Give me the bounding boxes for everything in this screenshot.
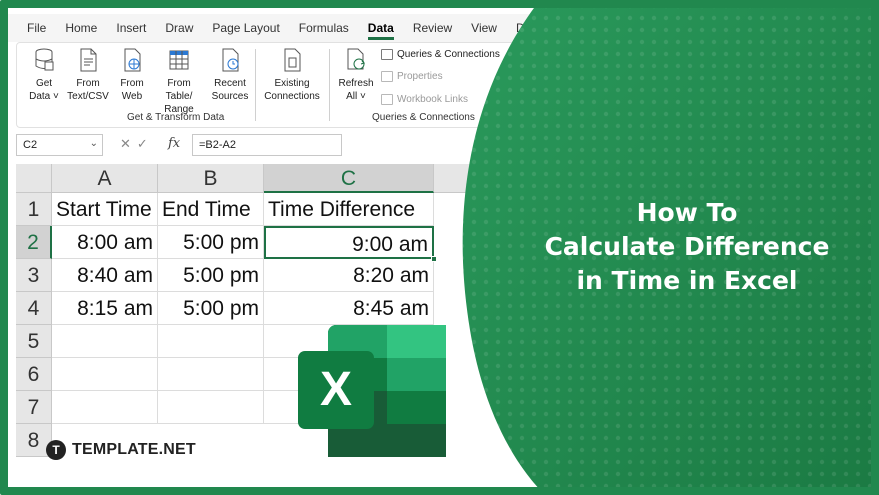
cell-a4[interactable]: 8:15 am: [52, 292, 158, 325]
formula-input[interactable]: =B2-A2: [192, 134, 342, 156]
cell-b4[interactable]: 5:00 pm: [158, 292, 264, 325]
get-data-button[interactable]: Get Data ˅: [21, 47, 67, 103]
cell-a5[interactable]: [52, 325, 158, 358]
clock-file-icon: [222, 48, 239, 72]
text-file-icon: [80, 48, 97, 72]
insert-function-icon[interactable]: fx: [168, 136, 180, 151]
excel-logo-icon: X: [298, 325, 446, 457]
web-file-icon: [124, 48, 141, 72]
column-header[interactable]: B: [158, 164, 264, 193]
enter-icon[interactable]: ✓: [137, 136, 154, 151]
links-icon: [381, 94, 393, 105]
table-icon: [169, 50, 189, 70]
queries-connections-button[interactable]: Queries & Connections: [381, 49, 500, 60]
tab-review[interactable]: Review: [413, 21, 452, 35]
from-text-csv-button[interactable]: From Text/CSV: [65, 47, 111, 103]
ribbon-data: Get Data ˅ From Text/CSV From Web From T…: [16, 42, 536, 128]
properties-icon: [381, 71, 393, 82]
cell-c2[interactable]: 9:00 am: [264, 226, 434, 259]
from-table-range-button[interactable]: From Table/ Range: [153, 47, 205, 116]
row-header[interactable]: 1: [16, 193, 52, 226]
page-title: How To Calculate Difference in Time in E…: [544, 198, 830, 295]
workbook-links-button[interactable]: Workbook Links: [381, 94, 468, 105]
menu-bar: File Home Insert Draw Page Layout Formul…: [0, 14, 571, 42]
tab-file[interactable]: File: [27, 21, 46, 35]
cell-b1[interactable]: End Time: [158, 193, 264, 226]
row-header[interactable]: 3: [16, 259, 52, 292]
cell-c1[interactable]: Time Difference: [264, 193, 434, 226]
cell-a3[interactable]: 8:40 am: [52, 259, 158, 292]
tab-formulas[interactable]: Formulas: [299, 21, 349, 35]
excel-logo-letter: X: [320, 363, 352, 416]
row-header[interactable]: 4: [16, 292, 52, 325]
refresh-all-button[interactable]: Refresh All ˅: [333, 47, 379, 103]
template-net-logo: T TEMPLATE.NET: [46, 440, 196, 460]
column-header[interactable]: C: [264, 164, 434, 193]
from-web-button[interactable]: From Web: [109, 47, 155, 103]
row-header[interactable]: 5: [16, 325, 52, 358]
brand-name: TEMPLATE.NET: [72, 441, 196, 458]
cell-a1[interactable]: Start Time: [52, 193, 158, 226]
refresh-icon: [347, 48, 365, 70]
cell-a2[interactable]: 8:00 am: [52, 226, 158, 259]
fill-handle[interactable]: [431, 256, 437, 262]
name-box[interactable]: C2 ⌄: [16, 134, 103, 156]
select-all-corner[interactable]: [16, 164, 52, 193]
row-header[interactable]: 6: [16, 358, 52, 391]
existing-connections-button[interactable]: Existing Connections: [261, 47, 323, 103]
cell-b3[interactable]: 5:00 pm: [158, 259, 264, 292]
group-label-queries: Queries & Connections: [372, 112, 475, 123]
formula-bar: C2 ⌄ ✕✓ fx =B2-A2: [16, 134, 536, 156]
group-label-get-transform: Get & Transform Data: [127, 112, 225, 123]
row-header[interactable]: 2: [16, 226, 52, 259]
cell-b5[interactable]: [158, 325, 264, 358]
tab-page-layout[interactable]: Page Layout: [212, 21, 279, 35]
tab-data[interactable]: Data: [367, 21, 394, 40]
tab-developer[interactable]: Developer: [516, 21, 571, 35]
brand-mark-icon: T: [46, 440, 66, 460]
connections-file-icon: [284, 48, 301, 72]
database-icon: [35, 48, 54, 71]
row-header[interactable]: 7: [16, 391, 52, 424]
properties-button[interactable]: Properties: [381, 71, 443, 82]
cell-b2[interactable]: 5:00 pm: [158, 226, 264, 259]
formula-buttons: ✕✓: [120, 136, 154, 152]
cell-a7[interactable]: [52, 391, 158, 424]
column-header[interactable]: D: [434, 164, 540, 193]
tab-draw[interactable]: Draw: [165, 21, 193, 35]
tab-view[interactable]: View: [471, 21, 497, 35]
chevron-down-icon[interactable]: ⌄: [90, 138, 98, 149]
tab-insert[interactable]: Insert: [116, 21, 146, 35]
cell-a6[interactable]: [52, 358, 158, 391]
cancel-icon[interactable]: ✕: [120, 136, 137, 151]
recent-sources-button[interactable]: Recent Sources: [207, 47, 253, 103]
cell-c4[interactable]: 8:45 am: [264, 292, 434, 325]
tab-home[interactable]: Home: [65, 21, 97, 35]
ribbon-divider: [255, 49, 256, 121]
column-header[interactable]: A: [52, 164, 158, 193]
cell-b6[interactable]: [158, 358, 264, 391]
ribbon-divider: [329, 49, 330, 121]
cell-b7[interactable]: [158, 391, 264, 424]
cell-c3[interactable]: 8:20 am: [264, 259, 434, 292]
queries-icon: [381, 49, 393, 60]
